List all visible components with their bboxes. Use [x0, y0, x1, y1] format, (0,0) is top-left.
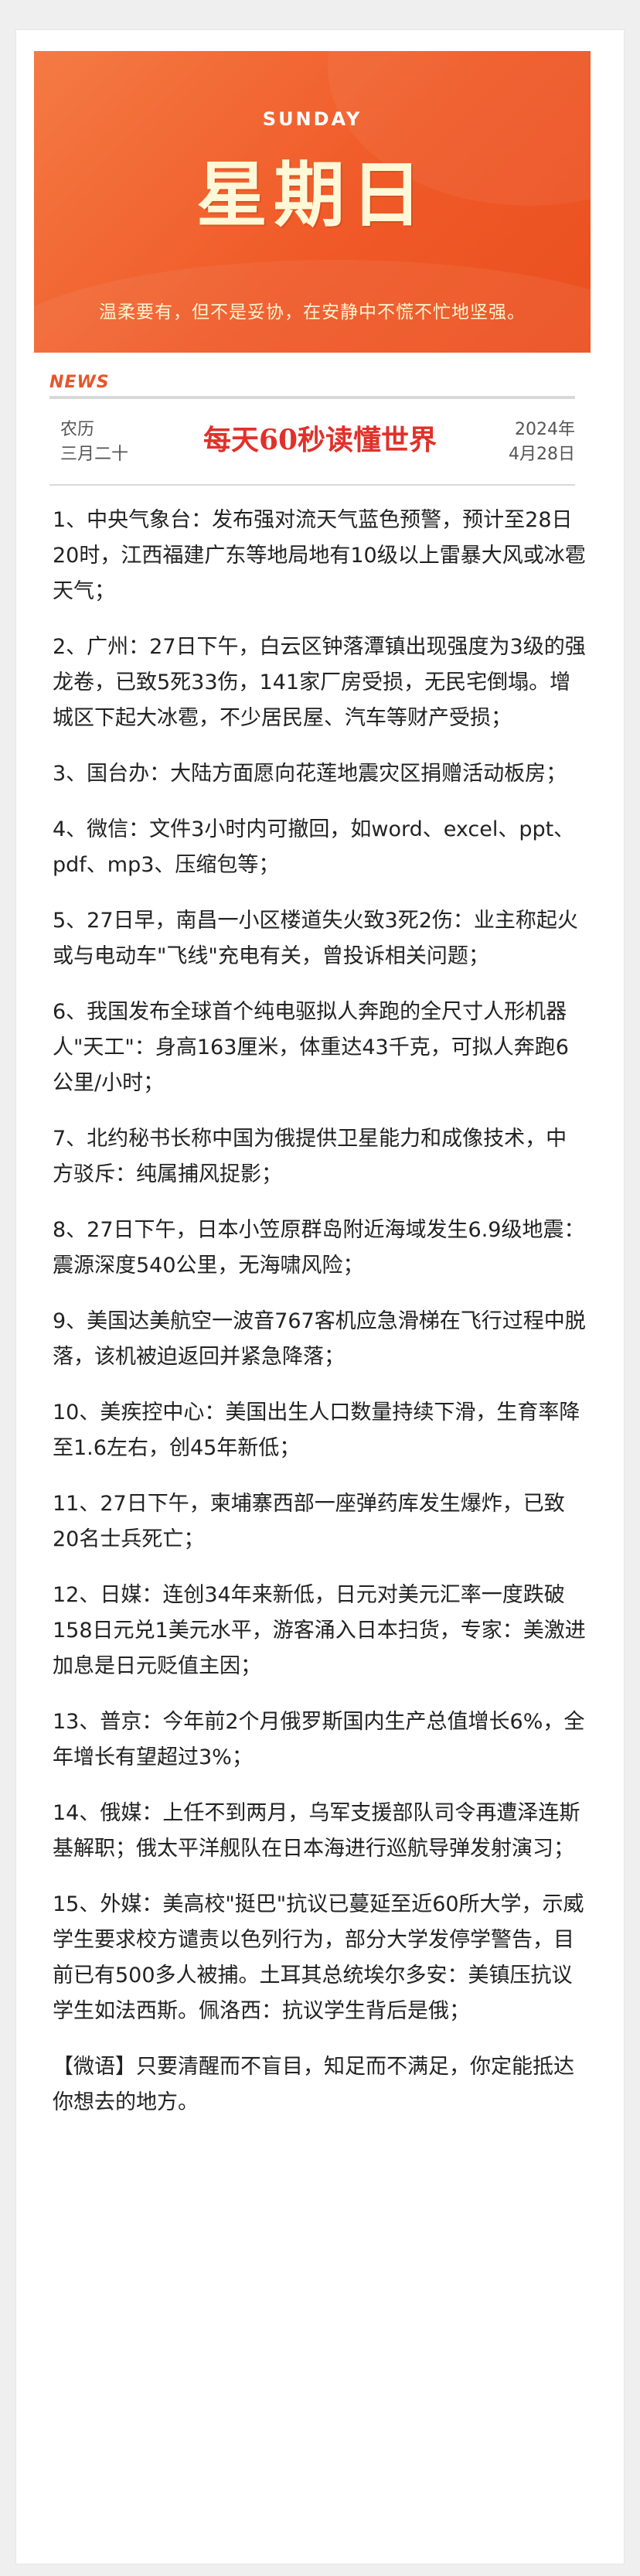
day-banner: SUNDAY 星期日 温柔要有，但不是妥协，在安静中不慌不忙地坚强。	[34, 51, 591, 353]
daily-quote: 【微语】只要清醒而不盲目，知足而不满足，你定能抵达你想去的地方。	[53, 2055, 574, 2114]
news-item: 8、27日下午，日本小笠原群岛附近海域发生6.9级地震：震源深度540公里，无海…	[53, 1218, 585, 1278]
banner-day-chinese: 星期日	[196, 153, 428, 237]
news-item: 9、美国达美航空一波音767客机应急滑梯在飞行过程中脱落，该机被迫返回并紧急降落…	[53, 1309, 586, 1369]
news-item: 11、27日下午，柬埔寨西部一座弹药库发生爆炸，已致20名士兵死亡；	[53, 1492, 565, 1551]
date-line1: 2024年	[515, 420, 575, 439]
news-item: 7、北约秘书长称中国为俄提供卫星能力和成像技术，中方驳斥：纯属捕风捉影；	[53, 1127, 567, 1186]
divider	[49, 484, 575, 486]
news-item: 6、我国发布全球首个纯电驱拟人奔跑的全尺寸人形机器人"天工"：身高163厘米，体…	[53, 1000, 569, 1095]
news-item: 15、外媒：美高校"挺巴"抗议已蔓延至近60所大学，示威学生要求校方谴责以色列行…	[53, 1892, 584, 2023]
news-item: 13、普京：今年前2个月俄罗斯国内生产总值增长6%，全年增长有望超过3%；	[53, 1710, 585, 1769]
news-item: 3、国台办：大陆方面愿向花莲地震灾区捐赠活动板房；	[53, 762, 567, 786]
gregorian-date: 2024年 4月28日	[509, 418, 575, 467]
news-list: 1、中央气象台：发布强对流天气蓝色预警，预计至28日20时，江西福建广东等地局地…	[53, 503, 586, 2121]
divider	[49, 396, 575, 399]
news-item: 10、美疾控中心：美国出生人口数量持续下滑，生育率降至1.6左右，创45年新低；	[53, 1401, 580, 1460]
banner-day-english: SUNDAY	[262, 108, 363, 130]
date-line2: 4月28日	[509, 445, 575, 464]
news-label: NEWS	[49, 373, 110, 392]
news-item: 12、日媒：连创34年来新低，日元对美元汇率一度跌破158日元兑1美元水平，游客…	[53, 1583, 586, 1678]
news-item: 14、俄媒：上任不到两月，乌军支援部队司令再遭泽连斯基解职；俄太平洋舰队在日本海…	[53, 1801, 580, 1861]
news-item: 5、27日早，南昌一小区楼道失火致3死2伤：业主称起火或与电动车"飞线"充电有关…	[53, 909, 578, 968]
news-item: 2、广州：27日下午，白云区钟落潭镇出现强度为3级的强龙卷，已致5死33伤，14…	[53, 635, 586, 730]
banner-motto: 温柔要有，但不是妥协，在安静中不慌不忙地坚强。	[99, 302, 526, 322]
news-item: 1、中央气象台：发布强对流天气蓝色预警，预计至28日20时，江西福建广东等地局地…	[53, 508, 586, 603]
news-item: 4、微信：文件3小时内可撤回，如word、excel、ppt、pdf、mp3、压…	[53, 817, 575, 877]
